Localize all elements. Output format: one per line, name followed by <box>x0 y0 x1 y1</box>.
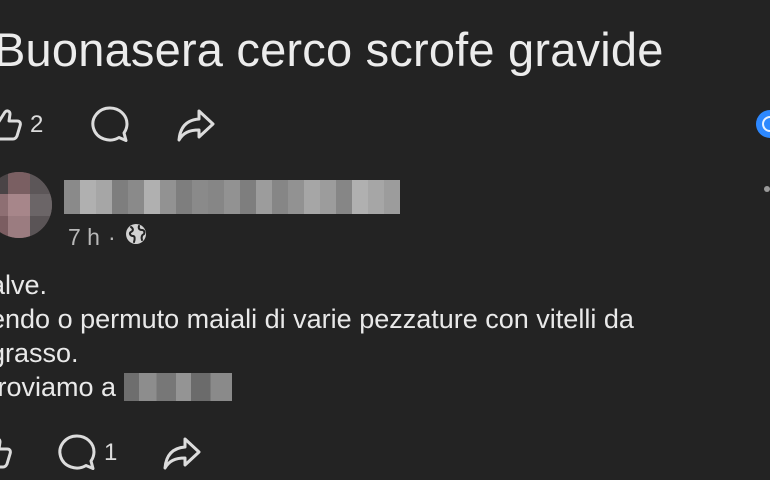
redaction-pixel <box>128 197 144 214</box>
comment-like-button[interactable] <box>0 433 14 473</box>
redaction-pixel <box>144 180 160 197</box>
post-screen: Buonasera cerco scrofe gravide 2 7 h · l… <box>0 0 770 480</box>
share-button[interactable] <box>175 105 217 145</box>
author-name-redacted[interactable] <box>64 180 400 214</box>
comment-reply-button[interactable]: 1 <box>56 432 117 474</box>
meta-separator: · <box>107 223 116 250</box>
redaction-pixel <box>256 180 272 197</box>
redaction-pixel <box>384 197 400 214</box>
redaction-pixel <box>288 180 304 197</box>
redaction-pixel <box>304 197 320 214</box>
post-title: Buonasera cerco scrofe gravide <box>0 23 664 76</box>
thumbs-up-icon <box>0 105 24 145</box>
redaction-pixel <box>192 180 208 197</box>
redaction-pixel <box>288 197 304 214</box>
redaction-pixel <box>272 180 288 197</box>
redaction-pixel <box>176 197 192 214</box>
comment-bubble-icon <box>56 432 98 474</box>
likes-count: 2 <box>30 111 44 138</box>
redaction-pixel <box>144 197 160 214</box>
redaction-pixel <box>224 180 240 197</box>
like-button[interactable]: 2 <box>0 105 43 145</box>
redaction-pixel <box>160 197 176 214</box>
comment-bubble-icon <box>89 104 131 146</box>
redaction-pixel <box>192 197 208 214</box>
redaction-pixel <box>336 180 352 197</box>
redaction-pixel <box>336 197 352 214</box>
redaction-pixel <box>256 197 272 214</box>
redaction-pixel <box>320 180 336 197</box>
redaction-pixel <box>384 180 400 197</box>
comment-share-button[interactable] <box>161 433 203 473</box>
redaction-pixel <box>368 180 384 197</box>
redaction-pixel <box>112 197 128 214</box>
redaction-pixel <box>240 180 256 197</box>
redaction-pixel <box>96 197 112 214</box>
share-arrow-icon <box>175 105 217 145</box>
comment-line-location: troviamo a <box>0 370 634 404</box>
redaction-pixel <box>240 197 256 214</box>
redaction-pixel <box>64 180 80 197</box>
avatar[interactable] <box>0 172 52 238</box>
comment-button[interactable] <box>89 104 131 146</box>
redaction-pixel <box>224 197 240 214</box>
redaction-pixel <box>64 197 80 214</box>
globe-icon <box>124 222 148 252</box>
comment-line: grasso. <box>0 338 79 368</box>
redaction-pixel <box>208 180 224 197</box>
redaction-pixel <box>272 197 288 214</box>
redaction-pixel <box>112 180 128 197</box>
redaction-pixel <box>96 180 112 197</box>
share-arrow-icon <box>161 433 203 473</box>
redaction-pixel <box>208 197 224 214</box>
comment-body: alve. endo o permuto maiali di varie pez… <box>0 268 634 404</box>
post-actions: 2 <box>0 104 217 146</box>
edge-button[interactable] <box>756 110 770 138</box>
comment-line: alve. <box>0 270 48 300</box>
redaction-pixel <box>320 197 336 214</box>
redaction-pixel <box>80 180 96 197</box>
redaction-pixel <box>304 180 320 197</box>
comment-timestamp: 7 h <box>68 223 100 250</box>
comments-count: 1 <box>104 439 118 466</box>
redaction-pixel <box>368 197 384 214</box>
comment-line: troviamo a <box>0 372 117 402</box>
redaction-pixel <box>176 180 192 197</box>
comment-line: endo o permuto maiali di varie pezzature… <box>0 304 634 334</box>
more-options-icon[interactable] <box>764 186 770 192</box>
redaction-pixel <box>352 180 368 197</box>
redaction-pixel <box>160 180 176 197</box>
redaction-pixel <box>352 197 368 214</box>
redaction-pixel <box>128 180 144 197</box>
comment-actions: 1 <box>0 432 203 474</box>
location-redacted <box>124 372 233 401</box>
comment-meta: 7 h · <box>68 222 148 252</box>
redaction-pixel <box>80 197 96 214</box>
thumbs-up-icon <box>0 433 14 473</box>
